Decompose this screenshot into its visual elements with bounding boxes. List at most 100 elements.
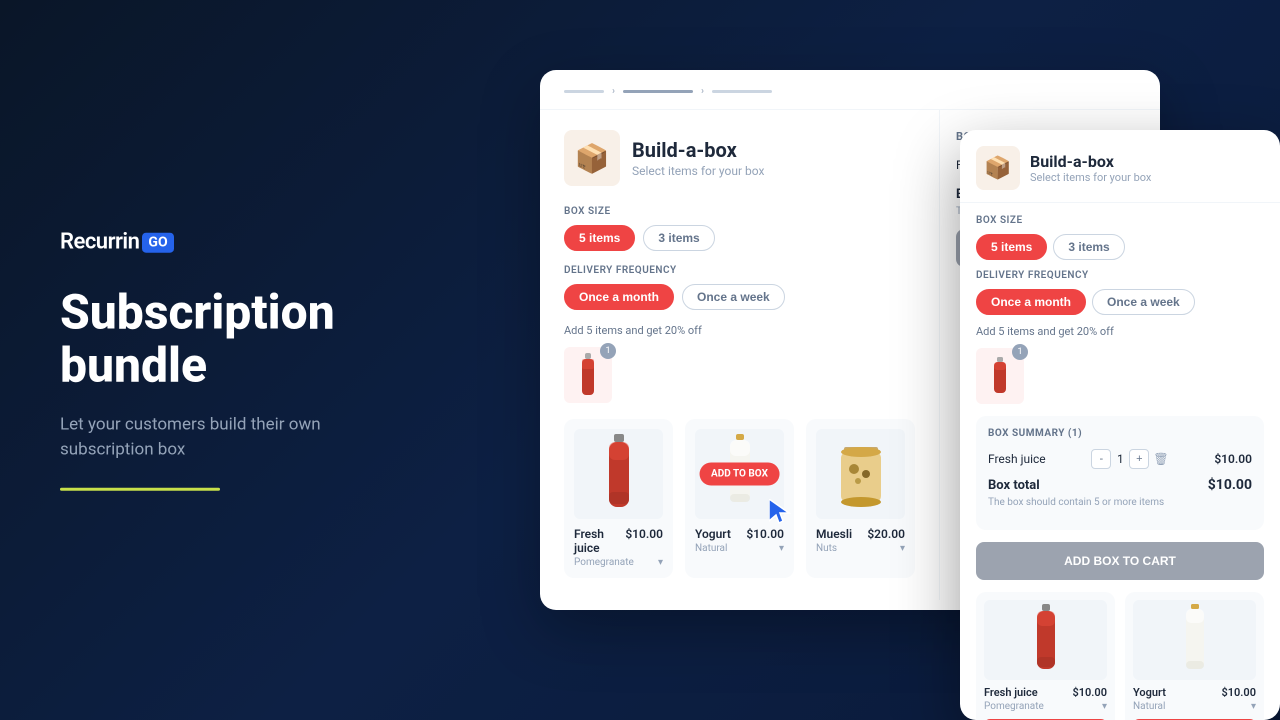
product-card-yogurt-back: ADD TO BOX	[685, 419, 794, 578]
front-variant-row-juice: Pomegranate ▾	[984, 701, 1107, 712]
front-box-warning: The box should contain 5 or more items	[988, 497, 1252, 508]
front-item-price: $10.00	[1214, 452, 1252, 466]
front-weekly-btn[interactable]: Once a week	[1092, 289, 1195, 315]
weekly-btn-back[interactable]: Once a week	[682, 284, 785, 310]
front-product-img-juice	[984, 600, 1107, 680]
add-to-box-yogurt-btn-back[interactable]: ADD TO BOX	[699, 463, 780, 486]
chevron-down-yogurt-back[interactable]: ▾	[779, 543, 784, 554]
juice-bottle-svg-back	[604, 434, 634, 514]
subtext: Let your customers build their own subsc…	[60, 412, 380, 463]
front-summary-item-name: Fresh juice	[988, 452, 1046, 466]
size-5-btn-back[interactable]: 5 items	[564, 225, 635, 251]
delivery-label-back: Delivery frequency	[564, 265, 915, 276]
front-thumb-badge: 1	[1012, 344, 1028, 360]
front-product-name-row-juice: Fresh juice $10.00	[984, 686, 1107, 699]
delivery-options-back: Once a month Once a week	[564, 284, 915, 310]
product-name-row-muesli-back: Muesli $20.00	[816, 527, 905, 541]
back-page-subtitle: Select items for your box	[632, 164, 764, 178]
front-delivery-label: Delivery frequency	[976, 270, 1264, 281]
monthly-btn-back[interactable]: Once a month	[564, 284, 674, 310]
size-3-btn-back[interactable]: 3 items	[643, 225, 714, 251]
front-box-total-price: $10.00	[1208, 477, 1252, 493]
front-delivery-options: Once a month Once a week	[976, 289, 1264, 315]
page-header-text: Build-a-box Select items for your box	[632, 138, 764, 178]
front-qty-minus-btn[interactable]: -	[1091, 449, 1111, 469]
front-product-price-juice: $10.00	[1072, 686, 1107, 699]
front-qty-num: 1	[1115, 452, 1125, 466]
product-name-row-juice-back: Fresh juice $10.00	[574, 527, 663, 555]
size-options-back: 5 items 3 items	[564, 225, 915, 251]
front-size-3-btn[interactable]: 3 items	[1053, 234, 1124, 260]
front-product-card-juice: Fresh juice $10.00 Pomegranate ▾ ADD TO …	[976, 592, 1115, 720]
front-chevron-juice[interactable]: ▾	[1102, 701, 1107, 712]
product-name-juice-back: Fresh juice	[574, 527, 625, 555]
front-box-total-label: Box total	[988, 478, 1040, 493]
chevron-down-juice-back[interactable]: ▾	[658, 557, 663, 568]
front-title: Build-a-box	[1030, 152, 1151, 171]
card-front: 📦 Build-a-box Select items for your box …	[960, 130, 1280, 720]
front-size-5-btn[interactable]: 5 items	[976, 234, 1047, 260]
bottle-icon-small	[579, 353, 597, 397]
product-price-yogurt-back: $10.00	[746, 527, 784, 541]
product-price-muesli-back: $20.00	[867, 527, 905, 541]
front-variant-juice: Pomegranate	[984, 701, 1044, 712]
cards-container: › › 📦 Build-a-box Select items for your …	[520, 70, 1280, 650]
front-summary-title: BOX SUMMARY (1)	[988, 428, 1252, 439]
breadcrumb-line-2	[623, 90, 693, 93]
add-box-to-cart-btn[interactable]: ADD BOX TO CART	[976, 542, 1264, 580]
product-variant-row-muesli-back: Nuts ▾	[816, 543, 905, 554]
box-size-label-back: Box size	[564, 206, 915, 217]
front-box-icon: 📦	[976, 146, 1020, 190]
product-img-juice-back	[574, 429, 663, 519]
front-product-name-row-yogurt: Yogurt $10.00	[1133, 686, 1256, 699]
breadcrumb-arrow-2: ›	[701, 86, 704, 97]
logo-go: GO	[142, 232, 173, 252]
cursor-svg	[769, 499, 793, 527]
front-monthly-btn[interactable]: Once a month	[976, 289, 1086, 315]
product-card-juice-back: Fresh juice $10.00 Pomegranate ▾	[564, 419, 673, 578]
thumb-badge: 1	[600, 343, 616, 359]
front-body: Box size 5 items 3 items Delivery freque…	[960, 203, 1280, 720]
front-selected-thumb: 1	[976, 348, 1024, 404]
breadcrumb-line-3	[712, 90, 772, 93]
front-product-card-yogurt: Yogurt $10.00 Natural ▾ ADD TO BOX	[1125, 592, 1264, 720]
back-left-panel: 📦 Build-a-box Select items for your box …	[540, 110, 940, 600]
selected-items-back: 1	[564, 347, 915, 403]
product-variant-row-juice-back: Pomegranate ▾	[574, 557, 663, 568]
front-box-total-row: Box total $10.00	[988, 477, 1252, 493]
selected-thumb-back: 1	[564, 347, 612, 403]
breadcrumb-line-1	[564, 90, 604, 93]
product-variant-muesli-back: Nuts	[816, 543, 837, 554]
trash-icon[interactable]: 🗑	[1153, 452, 1168, 466]
front-bottle-icon-small	[992, 357, 1008, 395]
logo-text: Recurrin	[60, 230, 139, 255]
product-variant-juice-back: Pomegranate	[574, 557, 634, 568]
product-img-yogurt-back: ADD TO BOX	[695, 429, 784, 519]
front-juice-svg	[1033, 604, 1059, 676]
front-variant-row-yogurt: Natural ▾	[1133, 701, 1256, 712]
front-yogurt-svg	[1182, 604, 1208, 676]
front-variant-yogurt: Natural	[1133, 701, 1165, 712]
front-card-header: 📦 Build-a-box Select items for your box	[960, 130, 1280, 203]
product-name-yogurt-back: Yogurt	[695, 527, 731, 541]
muesli-jar-svg-back	[836, 439, 886, 509]
front-product-name-yogurt: Yogurt	[1133, 686, 1166, 699]
front-product-price-yogurt: $10.00	[1221, 686, 1256, 699]
left-panel: RecurrinGO Subscription bundle Let your …	[60, 230, 380, 491]
product-name-muesli-back: Muesli	[816, 527, 852, 541]
back-page-title: Build-a-box	[632, 138, 764, 162]
front-selected-row: 1	[976, 348, 1264, 404]
page-header: 📦 Build-a-box Select items for your box	[564, 130, 915, 186]
product-price-juice-back: $10.00	[625, 527, 663, 541]
front-product-img-yogurt	[1133, 600, 1256, 680]
front-qty-plus-btn[interactable]: +	[1129, 449, 1149, 469]
breadcrumb-arrow-1: ›	[612, 86, 615, 97]
front-chevron-yogurt[interactable]: ▾	[1251, 701, 1256, 712]
product-name-row-yogurt-back: Yogurt $10.00	[695, 527, 784, 541]
products-grid-back: Fresh juice $10.00 Pomegranate ▾ ADD TO …	[564, 419, 915, 578]
front-summary-item: Fresh juice - 1 + 🗑 $10.00	[988, 449, 1252, 469]
front-box-size-label: Box size	[976, 215, 1264, 226]
chevron-down-muesli-back[interactable]: ▾	[900, 543, 905, 554]
product-img-muesli-back	[816, 429, 905, 519]
product-variant-row-yogurt-back: Natural ▾	[695, 543, 784, 554]
